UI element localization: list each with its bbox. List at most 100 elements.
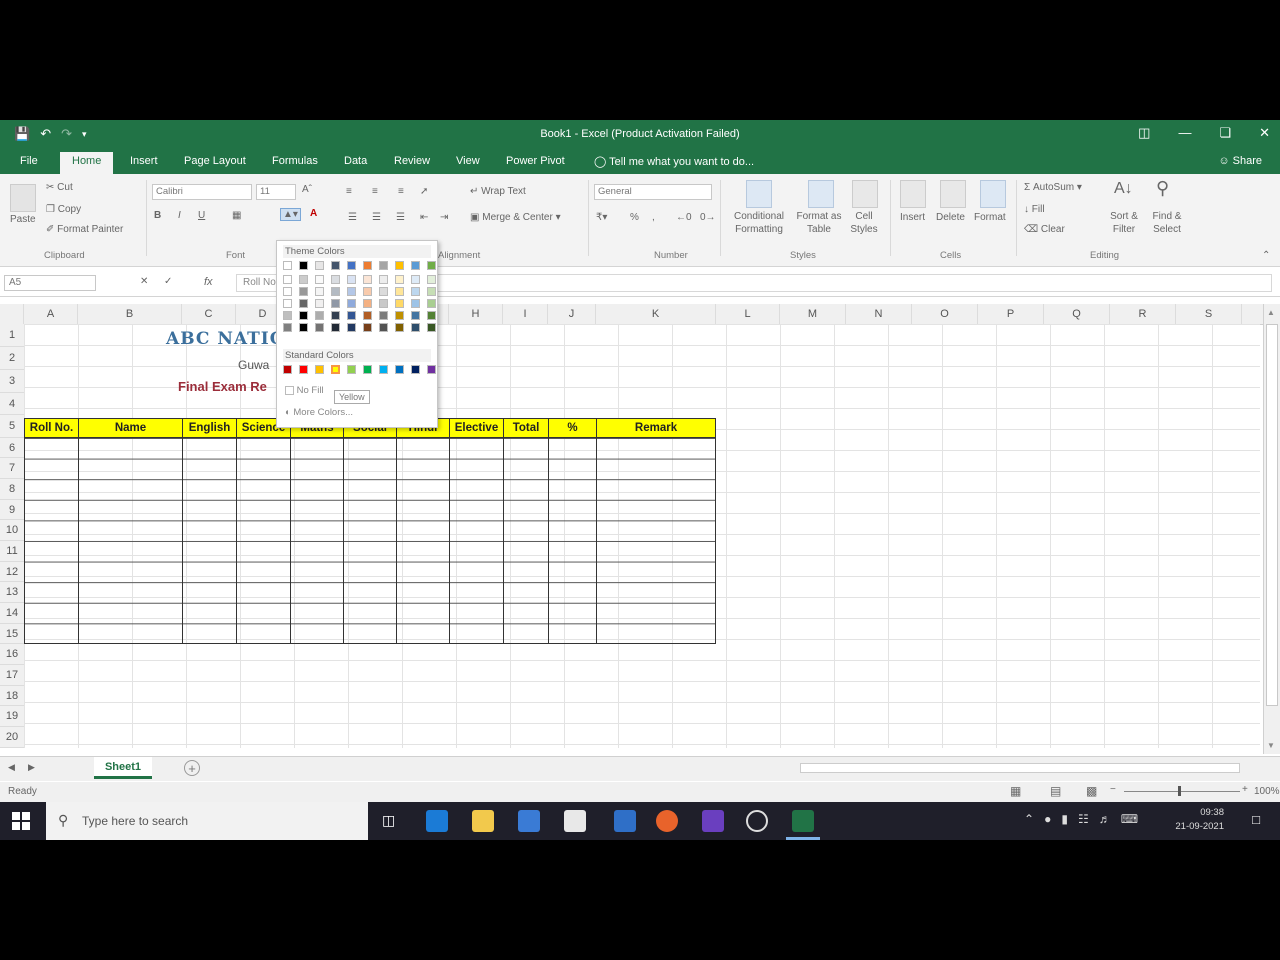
row-header-9[interactable]: 9 — [0, 500, 24, 520]
align-center-icon[interactable]: ☰ — [372, 212, 381, 223]
conditional-formatting-button[interactable]: Conditional Formatting — [724, 210, 794, 236]
microphone-icon[interactable]: ● — [1044, 812, 1051, 826]
number-format-combo[interactable]: General — [594, 184, 712, 200]
theme-color-swatch[interactable] — [427, 275, 436, 284]
store-icon[interactable] — [518, 810, 540, 832]
row-header-4[interactable]: 4 — [0, 393, 24, 415]
theme-color-swatch[interactable] — [379, 261, 388, 270]
zoom-level[interactable]: 100% — [1254, 786, 1280, 797]
confirm-entry-icon[interactable]: ✓ — [164, 276, 172, 287]
fill-color-button[interactable]: ▲▾ — [280, 208, 301, 221]
theme-color-swatch[interactable] — [299, 323, 308, 332]
tab-formulas[interactable]: Formulas — [272, 155, 318, 167]
theme-color-swatch[interactable] — [427, 287, 436, 296]
standard-color-swatch[interactable] — [411, 365, 420, 374]
cell-styles-button[interactable]: Cell Styles — [846, 210, 882, 236]
copy-button[interactable]: ❐ Copy — [46, 204, 81, 215]
decrease-indent-icon[interactable]: ⇤ — [420, 212, 428, 223]
format-as-table-icon[interactable] — [808, 180, 834, 208]
restore-icon[interactable]: ❏ — [1219, 125, 1231, 141]
header-percent[interactable]: % — [549, 419, 597, 437]
format-painter-button[interactable]: ✐ Format Painter — [46, 224, 123, 235]
header-elective[interactable]: Elective — [450, 419, 504, 437]
excel-app-icon[interactable] — [792, 810, 814, 832]
theme-color-swatch[interactable] — [299, 261, 308, 270]
column-header-r[interactable]: R — [1110, 304, 1176, 324]
column-header-p[interactable]: P — [978, 304, 1044, 324]
theme-color-swatch[interactable] — [331, 311, 340, 320]
row-header-6[interactable]: 6 — [0, 438, 24, 458]
row-header-18[interactable]: 18 — [0, 686, 24, 706]
theme-color-swatch[interactable] — [347, 275, 356, 284]
theme-color-swatch[interactable] — [427, 311, 436, 320]
wrap-text-button[interactable]: ↵ Wrap Text — [470, 186, 526, 197]
theme-color-swatch[interactable] — [315, 311, 324, 320]
theme-color-swatch[interactable] — [411, 311, 420, 320]
page-break-view-icon[interactable]: ▩ — [1086, 784, 1097, 798]
name-box[interactable]: A5 — [4, 275, 96, 291]
more-colors-option[interactable]: ◐ More Colors... — [285, 407, 353, 418]
row-header-8[interactable]: 8 — [0, 479, 24, 500]
align-right-icon[interactable]: ☰ — [396, 212, 405, 223]
battery-icon[interactable]: ▮ — [1061, 812, 1068, 826]
theme-color-swatch[interactable] — [411, 275, 420, 284]
theme-color-swatch[interactable] — [395, 287, 404, 296]
row-header-14[interactable]: 14 — [0, 603, 24, 624]
grow-font-icon[interactable]: Aˆ — [302, 184, 312, 195]
standard-color-swatch[interactable] — [283, 365, 292, 374]
column-header-a[interactable]: A — [24, 304, 78, 324]
insert-function-icon[interactable]: fx — [204, 276, 213, 288]
theme-color-swatch[interactable] — [299, 287, 308, 296]
theme-color-swatch[interactable] — [299, 275, 308, 284]
theme-color-swatch[interactable] — [379, 275, 388, 284]
scroll-up-icon[interactable]: ▲ — [1267, 308, 1275, 317]
cell-styles-icon[interactable] — [852, 180, 878, 208]
standard-color-swatch[interactable] — [427, 365, 436, 374]
theme-color-swatch[interactable] — [347, 311, 356, 320]
align-middle-icon[interactable]: ≡ — [372, 186, 378, 197]
align-top-icon[interactable]: ≡ — [346, 186, 352, 197]
file-explorer-icon[interactable] — [472, 810, 494, 832]
row-header-7[interactable]: 7 — [0, 458, 24, 479]
row-header-12[interactable]: 12 — [0, 562, 24, 582]
sort-filter-button[interactable]: Sort & Filter — [1104, 210, 1144, 236]
zoom-in-icon[interactable]: + — [1242, 784, 1248, 795]
tab-home[interactable]: Home — [60, 152, 114, 174]
tab-data[interactable]: Data — [344, 155, 367, 167]
column-header-l[interactable]: L — [716, 304, 780, 324]
edge-icon[interactable] — [426, 810, 448, 832]
theme-color-swatch[interactable] — [283, 323, 292, 332]
theme-color-swatch[interactable] — [395, 311, 404, 320]
taskbar-search-box[interactable]: ⚲ Type here to search — [46, 802, 368, 840]
column-header-c[interactable]: C — [182, 304, 236, 324]
new-sheet-icon[interactable]: + — [184, 760, 200, 776]
mail-icon[interactable] — [564, 810, 586, 832]
theme-color-swatch[interactable] — [347, 261, 356, 270]
network-icon[interactable]: ☷ — [1078, 812, 1089, 826]
theme-color-swatch[interactable] — [347, 323, 356, 332]
tab-insert[interactable]: Insert — [130, 155, 158, 167]
theme-color-swatch[interactable] — [315, 275, 324, 284]
conditional-formatting-icon[interactable] — [746, 180, 772, 208]
font-size-combo[interactable]: 11 — [256, 184, 296, 200]
close-icon[interactable]: ✕ — [1259, 125, 1270, 141]
column-header-h[interactable]: H — [449, 304, 503, 324]
bold-icon[interactable]: B — [154, 210, 161, 221]
comma-style-icon[interactable]: , — [652, 212, 655, 223]
chrome-icon[interactable] — [746, 810, 768, 832]
standard-color-swatch[interactable] — [363, 365, 372, 374]
theme-color-swatch[interactable] — [395, 299, 404, 308]
theme-color-swatch[interactable] — [363, 287, 372, 296]
theme-color-swatch[interactable] — [331, 323, 340, 332]
theme-color-swatch[interactable] — [283, 287, 292, 296]
tab-view[interactable]: View — [456, 155, 480, 167]
theme-color-swatch[interactable] — [299, 299, 308, 308]
volume-icon[interactable]: ♬ — [1099, 812, 1111, 826]
magnifier-icon[interactable]: ⚲ — [1156, 178, 1169, 199]
theme-color-swatch[interactable] — [315, 323, 324, 332]
no-fill-option[interactable]: No Fill — [285, 385, 324, 396]
theme-color-swatch[interactable] — [347, 299, 356, 308]
theme-color-swatch[interactable] — [395, 323, 404, 332]
row-header-20[interactable]: 20 — [0, 727, 24, 748]
sheet-tab-sheet1[interactable]: Sheet1 — [94, 757, 152, 779]
